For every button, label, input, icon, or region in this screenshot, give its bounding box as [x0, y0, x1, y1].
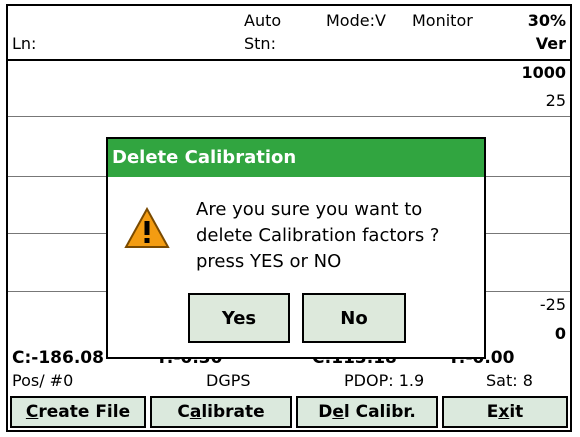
del-label-start: D	[318, 402, 333, 422]
del-mnemonic: e	[332, 402, 344, 422]
warning-icon	[124, 207, 170, 248]
tick-bottom-value: -25	[539, 295, 566, 314]
sat-label: Sat: 8	[486, 371, 533, 390]
station-label: Stn:	[244, 34, 276, 53]
monitor-label: Monitor	[412, 11, 473, 30]
calibrate-button[interactable]: Ca librate	[150, 396, 292, 428]
bottom-toolbar: Create File Ca librate Del Calibr. Ex it	[8, 392, 570, 430]
message-line-2: delete Calibration factors ?	[196, 225, 440, 246]
pos-label: Pos/ #0	[12, 371, 74, 390]
dialog-title: Delete Calibration	[108, 139, 484, 177]
ver-label: Ver	[535, 34, 566, 53]
calibrate-mnemonic: a	[189, 402, 202, 422]
calibrate-label-start: C	[177, 402, 190, 422]
exit-button[interactable]: Ex it	[442, 396, 568, 428]
scale-bottom-value: 0	[554, 324, 566, 343]
grid-line	[8, 116, 570, 117]
yes-button[interactable]: Yes	[188, 293, 290, 343]
percent-value: 30%	[527, 11, 566, 30]
scale-top-value: 1000	[521, 63, 566, 82]
create-file-button[interactable]: Create File	[10, 396, 146, 428]
exit-mnemonic: x	[498, 402, 510, 422]
c-value-1: C:-186.08	[12, 348, 104, 368]
auto-label: Auto	[244, 11, 282, 30]
delete-calibration-dialog: Delete Calibration Are you sure you want…	[106, 137, 486, 359]
line-label: Ln:	[12, 34, 37, 53]
mode-label: Mode:V	[326, 11, 386, 30]
calibrate-label-rest: librate	[201, 402, 265, 422]
del-label-rest: l Calibr.	[343, 402, 416, 422]
pdop-label: PDOP: 1.9	[344, 371, 425, 390]
dgps-label: DGPS	[206, 371, 251, 390]
header: Ln: Auto Stn: Mode:V Monitor 30% Ver	[8, 6, 570, 60]
exit-label-start: E	[486, 402, 499, 422]
message-line-3: press YES or NO	[196, 251, 342, 272]
delete-calibration-button[interactable]: Del Calibr.	[296, 396, 438, 428]
no-button[interactable]: No	[302, 293, 406, 343]
message-line-1: Are you sure you want to	[196, 199, 423, 220]
create-file-mnemonic: C	[25, 402, 39, 422]
create-file-label: reate File	[38, 402, 131, 422]
tick-top-value: 25	[545, 91, 566, 110]
exit-label-rest: it	[509, 402, 524, 422]
